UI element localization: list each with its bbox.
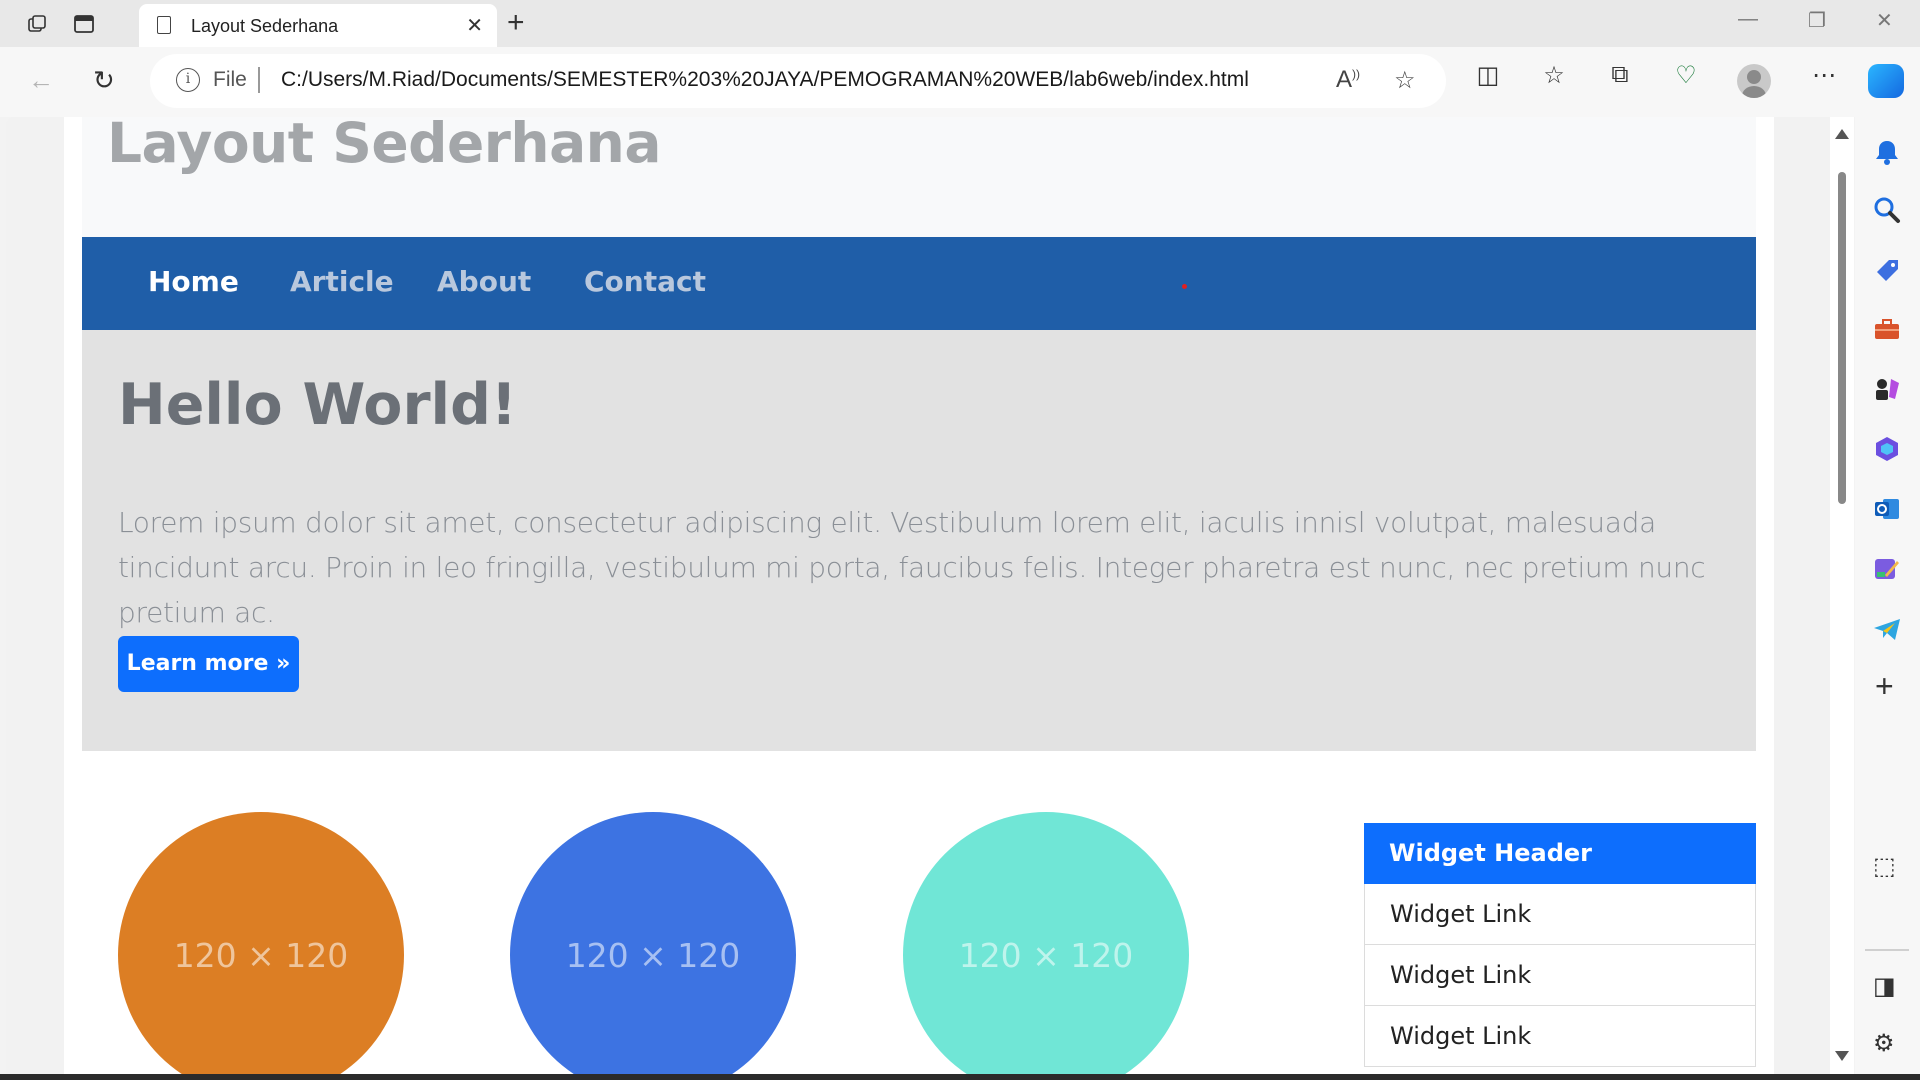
active-tab[interactable]: Layout Sederhana ✕ bbox=[139, 4, 497, 47]
outlook-icon[interactable] bbox=[1871, 493, 1903, 525]
nav-article[interactable]: Article bbox=[290, 265, 394, 298]
minimize-icon[interactable]: — bbox=[1738, 8, 1758, 31]
nav-about[interactable]: About bbox=[437, 265, 531, 298]
refresh-icon[interactable]: ↻ bbox=[93, 65, 115, 96]
widget-link[interactable]: Widget Link bbox=[1364, 945, 1756, 1006]
microsoft365-icon[interactable] bbox=[1871, 433, 1903, 465]
widget: Widget Header Widget Link Widget Link Wi… bbox=[1364, 823, 1756, 1067]
page-viewport: Layout Sederhana Home Article About Cont… bbox=[6, 117, 1830, 1074]
tools-icon[interactable] bbox=[1871, 313, 1903, 345]
more-icon[interactable]: ⋯ bbox=[1808, 61, 1840, 95]
site-header: Layout Sederhana bbox=[82, 117, 1756, 237]
jumbotron-heading: Hello World! bbox=[118, 372, 517, 438]
site-title: Layout Sederhana bbox=[107, 117, 661, 175]
shopping-icon[interactable] bbox=[1871, 254, 1903, 286]
workspaces-icon[interactable] bbox=[22, 8, 54, 40]
split-screen-icon[interactable]: ◫ bbox=[1472, 61, 1504, 95]
jumbotron: Hello World! Lorem ipsum dolor sit amet,… bbox=[82, 330, 1756, 751]
info-icon[interactable]: i bbox=[176, 68, 200, 92]
widget-header: Widget Header bbox=[1364, 823, 1756, 884]
scroll-thumb[interactable] bbox=[1838, 172, 1846, 504]
favorites-icon[interactable]: ☆ bbox=[1538, 61, 1570, 95]
scroll-down-icon[interactable] bbox=[1835, 1051, 1849, 1061]
close-tab-icon[interactable]: ✕ bbox=[466, 13, 483, 38]
placeholder-image-1: 120 × 120 bbox=[118, 812, 404, 1074]
jumbotron-text: Lorem ipsum dolor sit amet, consectetur … bbox=[118, 506, 1706, 629]
copilot-icon[interactable] bbox=[1868, 64, 1904, 98]
cursor-dot bbox=[1182, 284, 1187, 289]
favorite-star-icon[interactable]: ☆ bbox=[1394, 66, 1416, 95]
close-window-icon[interactable]: ✕ bbox=[1876, 8, 1893, 33]
url-text[interactable]: C:/Users/M.Riad/Documents/SEMESTER%203%2… bbox=[281, 68, 1249, 92]
widget-link[interactable]: Widget Link bbox=[1364, 1006, 1756, 1067]
sidebar-separator bbox=[1865, 949, 1909, 951]
address-separator bbox=[258, 67, 260, 93]
nav-contact[interactable]: Contact bbox=[584, 265, 706, 298]
page-scrollbar[interactable] bbox=[1830, 117, 1854, 1080]
vertical-tabs-icon[interactable] bbox=[68, 8, 100, 40]
tab-bar: Layout Sederhana ✕ + — ❐ ✕ bbox=[0, 0, 1920, 47]
browser-toolbar: ← ↻ i File C:/Users/M.Riad/Documents/SEM… bbox=[0, 47, 1920, 117]
page-body: Layout Sederhana Home Article About Cont… bbox=[64, 117, 1774, 1074]
address-scheme: File bbox=[213, 68, 247, 91]
window-bottom-edge bbox=[0, 1074, 1920, 1080]
browser-essentials-icon[interactable]: ♡ bbox=[1670, 61, 1702, 95]
placeholder-image-2: 120 × 120 bbox=[510, 812, 796, 1074]
settings-icon[interactable]: ⚙ bbox=[1873, 1029, 1895, 1058]
new-tab-icon[interactable]: + bbox=[507, 6, 525, 40]
collections-icon[interactable]: ⧉ bbox=[1604, 61, 1636, 95]
profile-avatar-icon[interactable] bbox=[1737, 64, 1771, 98]
telegram-icon[interactable] bbox=[1871, 613, 1903, 645]
back-icon[interactable]: ← bbox=[28, 65, 54, 96]
restore-icon[interactable]: ❐ bbox=[1808, 8, 1826, 33]
edge-sidebar: + ⬚ ◨ ⚙ bbox=[1855, 117, 1920, 1080]
nav-home[interactable]: Home bbox=[148, 265, 239, 298]
designer-icon[interactable] bbox=[1871, 553, 1903, 585]
page-icon bbox=[157, 16, 171, 34]
placeholder-image-3: 120 × 120 bbox=[903, 812, 1189, 1074]
notifications-icon[interactable] bbox=[1871, 136, 1903, 168]
main-navbar: Home Article About Contact bbox=[82, 237, 1756, 330]
widget-link[interactable]: Widget Link bbox=[1364, 884, 1756, 945]
scroll-up-icon[interactable] bbox=[1835, 129, 1849, 139]
search-icon[interactable] bbox=[1871, 194, 1903, 226]
learn-more-button[interactable]: Learn more » bbox=[118, 636, 299, 692]
games-icon[interactable] bbox=[1871, 373, 1903, 405]
address-bar[interactable]: i File C:/Users/M.Riad/Documents/SEMESTE… bbox=[150, 54, 1446, 108]
add-icon[interactable]: + bbox=[1875, 668, 1894, 705]
hide-sidebar-icon[interactable]: ◨ bbox=[1873, 972, 1896, 1001]
read-aloud-icon[interactable]: A)) bbox=[1336, 66, 1360, 94]
tab-title: Layout Sederhana bbox=[191, 16, 339, 36]
screenshot-icon[interactable]: ⬚ bbox=[1873, 852, 1896, 881]
